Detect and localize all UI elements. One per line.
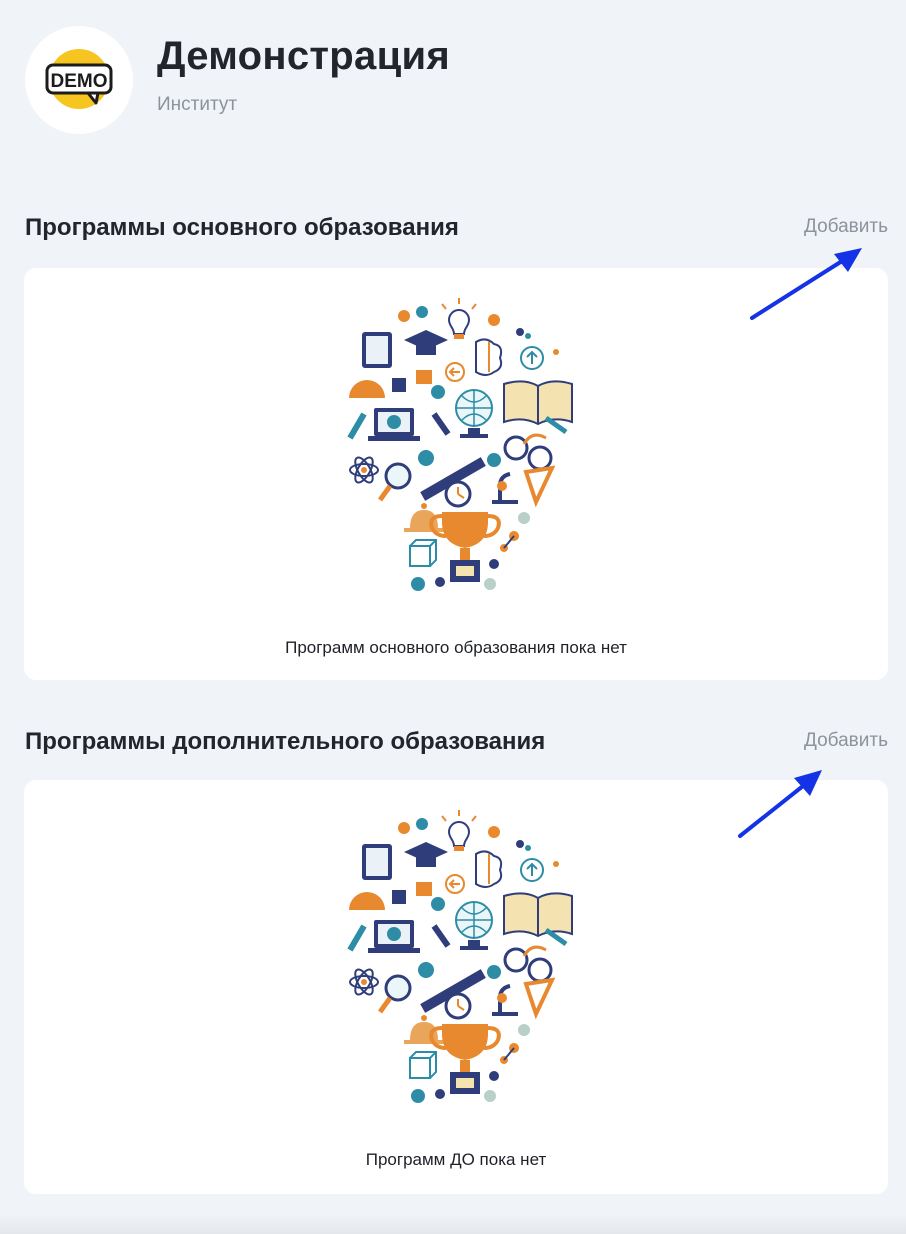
demo-logo-icon: DEMO (45, 49, 113, 109)
add-main-program-link[interactable]: Добавить (804, 216, 888, 238)
logo-text: DEMO (51, 71, 108, 92)
education-illustration-icon (344, 298, 574, 598)
org-name: Демонстрация (157, 34, 450, 78)
org-avatar: DEMO (25, 26, 133, 134)
add-additional-program-link[interactable]: Добавить (804, 730, 888, 752)
section-title-main-programs: Программы основного образования (25, 214, 459, 241)
main-programs-empty-text: Программ основного образования пока нет (285, 638, 627, 657)
org-type: Институт (157, 94, 238, 115)
org-header: DEMO Демонстрация Институт (25, 25, 450, 135)
annotation-arrow-icon (750, 248, 862, 320)
additional-programs-empty-text: Программ ДО пока нет (365, 1150, 547, 1169)
section-title-additional-programs: Программы дополнительного образования (25, 728, 546, 755)
page-bottom-edge (0, 1214, 906, 1234)
education-illustration-icon (344, 810, 574, 1110)
annotation-arrow-icon (738, 770, 822, 838)
